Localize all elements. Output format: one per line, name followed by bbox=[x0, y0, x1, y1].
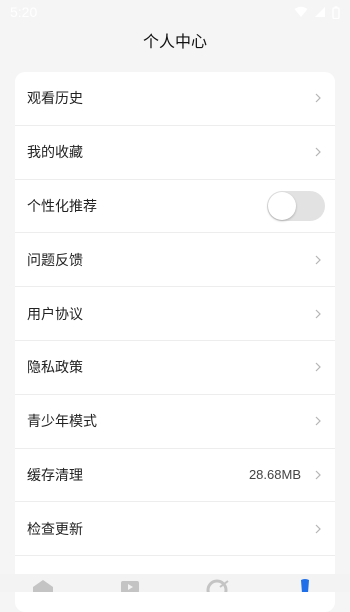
menu-item-feedback[interactable]: 问题反馈 bbox=[15, 233, 335, 288]
menu-item-label: 观看历史 bbox=[27, 91, 83, 108]
chevron-right-icon bbox=[313, 361, 323, 373]
toggle-knob bbox=[268, 191, 296, 220]
video-icon bbox=[121, 581, 139, 592]
chevron-right-icon bbox=[313, 523, 323, 535]
chevron-right-icon bbox=[313, 469, 323, 481]
menu-item-clear-cache[interactable]: 缓存清理 28.68MB bbox=[15, 449, 335, 503]
discover-icon bbox=[206, 579, 229, 592]
tab-profile[interactable] bbox=[298, 578, 312, 592]
tab-discover[interactable] bbox=[206, 578, 230, 592]
menu-item-user-agreement[interactable]: 用户协议 bbox=[15, 287, 335, 341]
cache-size: 28.68MB bbox=[248, 467, 301, 483]
menu-item-label: 缓存清理 bbox=[27, 467, 83, 484]
chevron-right-icon bbox=[313, 415, 323, 427]
settings-card: 观看历史 我的收藏 个性化推荐 问题反馈 用户协议 隐私政策 青少年模式 缓存清… bbox=[15, 72, 335, 612]
wifi-icon bbox=[294, 6, 308, 17]
menu-item-label: 问题反馈 bbox=[27, 252, 83, 269]
menu-item-label: 我的收藏 bbox=[27, 145, 83, 162]
menu-item-label: 青少年模式 bbox=[27, 414, 97, 431]
status-time: 5:20 bbox=[10, 4, 38, 20]
chevron-right-icon bbox=[313, 146, 323, 158]
chevron-right-icon bbox=[313, 308, 323, 320]
menu-item-label: 个性化推荐 bbox=[27, 198, 97, 215]
tab-video[interactable] bbox=[120, 578, 140, 592]
chevron-right-icon bbox=[313, 92, 323, 104]
status-icons bbox=[294, 5, 340, 19]
menu-item-check-update[interactable]: 检查更新 bbox=[15, 502, 335, 557]
tab-home[interactable] bbox=[32, 578, 54, 592]
page-title: 个人中心 bbox=[142, 32, 207, 51]
profile-icon bbox=[301, 579, 309, 592]
signal-icon bbox=[315, 7, 325, 17]
menu-item-label: 检查更新 bbox=[27, 521, 83, 538]
menu-item-history[interactable]: 观看历史 bbox=[15, 72, 335, 126]
menu-item-teen-mode[interactable]: 青少年模式 bbox=[15, 395, 335, 449]
menu-item-label: 隐私政策 bbox=[27, 360, 83, 377]
bottom-tab-bar bbox=[0, 574, 350, 592]
menu-item-label: 用户协议 bbox=[27, 306, 83, 323]
home-icon bbox=[33, 580, 53, 592]
battery-icon bbox=[332, 5, 340, 19]
menu-item-personalized-recommendation: 个性化推荐 bbox=[15, 180, 335, 234]
recommendation-toggle[interactable] bbox=[267, 190, 325, 221]
menu-item-favorites[interactable]: 我的收藏 bbox=[15, 126, 335, 180]
menu-item-privacy-policy[interactable]: 隐私政策 bbox=[15, 341, 335, 395]
status-bar: 5:20 bbox=[0, 0, 350, 24]
chevron-right-icon bbox=[313, 254, 323, 266]
